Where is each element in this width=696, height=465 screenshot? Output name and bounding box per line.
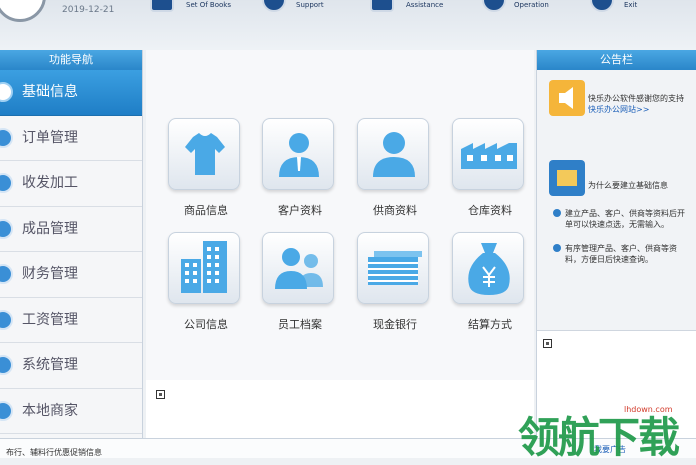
tile-label: 公司信息 bbox=[184, 318, 228, 331]
tile-label: 现金银行 bbox=[373, 318, 417, 331]
tile-icon-box bbox=[168, 232, 240, 304]
notice-link[interactable]: 快乐办公网站>> bbox=[588, 104, 649, 115]
nav-item-product-management[interactable]: 成品管理 bbox=[0, 207, 142, 252]
tip-text: 有序管理产品、客户、供商等资料，方便日后快速查询。 bbox=[565, 244, 677, 264]
tile-label: 员工档案 bbox=[278, 318, 322, 331]
tile-settlement-method[interactable]: 结算方式 bbox=[448, 232, 524, 331]
check-icon bbox=[553, 244, 561, 252]
tile-icon-box bbox=[262, 118, 334, 190]
nav-item-label: 工资管理 bbox=[22, 311, 78, 328]
nav-item-label: 成品管理 bbox=[22, 220, 78, 237]
assistance-icon bbox=[370, 0, 394, 12]
tile-label: 供商资料 bbox=[373, 204, 417, 217]
info-icon bbox=[0, 82, 13, 102]
order-icon bbox=[0, 127, 13, 148]
tip-text: 建立产品、客户、供商等资料后开单可以快速点选，无需输入。 bbox=[565, 209, 685, 229]
check-icon bbox=[553, 209, 561, 217]
nav-item-label: 系统管理 bbox=[22, 357, 78, 373]
support-icon bbox=[262, 0, 286, 12]
employees-icon bbox=[275, 248, 323, 289]
tile-icon-box bbox=[452, 118, 524, 190]
tile-icon-box bbox=[168, 118, 240, 190]
nav-item-basic-info[interactable]: 基础信息 bbox=[0, 70, 142, 116]
nav-item-finance-management[interactable]: 财务管理 bbox=[0, 252, 142, 298]
toolbar-label: Support bbox=[296, 1, 324, 9]
toolbar-label: Operation bbox=[514, 1, 549, 9]
bulletin-panel: 公告栏 快乐办公软件感谢您的支持 快乐办公网站>> 为什么要建立基础信息 建立产… bbox=[536, 50, 696, 438]
money-bag-icon bbox=[468, 243, 510, 295]
nav-item-order-management[interactable]: 订单管理 bbox=[0, 116, 142, 161]
toolbar-label: Assistance bbox=[406, 1, 444, 9]
nav-item-label: 基础信息 bbox=[22, 84, 78, 100]
system-icon bbox=[0, 355, 13, 375]
broken-image-icon bbox=[543, 339, 552, 348]
status-text[interactable]: 布行、辅料行优惠促销信息 bbox=[6, 447, 102, 458]
main-content: 商品信息 客户资料 供商资料 仓库资料 公司信息 员工档案 现金银行 结算方式 bbox=[146, 50, 534, 380]
tile-employee-records[interactable]: 员工档案 bbox=[258, 232, 334, 331]
speaker-icon bbox=[549, 80, 585, 116]
tile-customer-info[interactable]: 客户资料 bbox=[258, 118, 334, 217]
tile-cash-bank[interactable]: 现金银行 bbox=[353, 232, 429, 331]
nav-item-salary-management[interactable]: 工资管理 bbox=[0, 298, 142, 343]
exit-icon bbox=[590, 0, 614, 12]
nav-item-local-merchants[interactable]: 本地商家 bbox=[0, 389, 142, 434]
app-logo bbox=[0, 0, 46, 22]
shirt-icon bbox=[185, 133, 225, 175]
bulletin-title: 公告栏 bbox=[537, 50, 696, 70]
tile-supplier-info[interactable]: 供商资料 bbox=[353, 118, 429, 217]
current-date: 2019-12-21 bbox=[62, 5, 115, 15]
function-navigation: 功能导航 基础信息 订单管理 收发加工 成品管理 财务管理 工资管理 系统管理 … bbox=[0, 50, 143, 438]
tile-label: 商品信息 bbox=[184, 204, 228, 217]
books-icon bbox=[150, 0, 174, 12]
cash-icon bbox=[368, 251, 422, 285]
tile-product-info[interactable]: 商品信息 bbox=[164, 118, 240, 217]
tile-label: 仓库资料 bbox=[468, 204, 512, 217]
advert-area bbox=[146, 380, 534, 438]
nav-item-label: 财务管理 bbox=[22, 266, 78, 282]
nav-item-label: 本地商家 bbox=[22, 402, 78, 419]
operation-icon bbox=[482, 0, 506, 12]
toolbar-label: Set Of Books bbox=[186, 1, 231, 9]
building-icon bbox=[181, 241, 227, 293]
tile-label: 客户资料 bbox=[278, 204, 322, 217]
customer-icon bbox=[279, 133, 319, 177]
salary-icon bbox=[0, 309, 13, 330]
broken-image-icon bbox=[156, 390, 165, 399]
nav-item-label: 订单管理 bbox=[22, 129, 78, 146]
process-icon bbox=[0, 173, 13, 193]
tile-label: 结算方式 bbox=[468, 318, 512, 331]
nav-title: 功能导航 bbox=[0, 50, 142, 70]
tile-warehouse-info[interactable]: 仓库资料 bbox=[448, 118, 524, 217]
tile-icon-box bbox=[262, 232, 334, 304]
warehouse-icon bbox=[461, 143, 517, 169]
notice-text: 快乐办公软件感谢您的支持 bbox=[588, 94, 684, 103]
nav-item-label: 收发加工 bbox=[22, 175, 78, 191]
supplier-icon bbox=[373, 132, 415, 177]
top-toolbar: 2019-12-21 Set Of Books Support Assistan… bbox=[0, 0, 696, 50]
tile-icon-box bbox=[357, 118, 429, 190]
toolbar-label: Exit bbox=[624, 1, 638, 9]
tile-icon-box bbox=[452, 232, 524, 304]
watermark-url: lhdown.com bbox=[624, 405, 673, 414]
merchant-icon bbox=[0, 400, 13, 421]
tile-company-info[interactable]: 公司信息 bbox=[164, 232, 240, 331]
tile-icon-box bbox=[357, 232, 429, 304]
finance-icon bbox=[0, 264, 13, 284]
folder-icon bbox=[549, 160, 585, 196]
product-icon bbox=[0, 218, 13, 239]
question-text: 为什么要建立基础信息 bbox=[588, 181, 668, 190]
nav-item-receive-process[interactable]: 收发加工 bbox=[0, 161, 142, 207]
nav-item-system-management[interactable]: 系统管理 bbox=[0, 343, 142, 389]
